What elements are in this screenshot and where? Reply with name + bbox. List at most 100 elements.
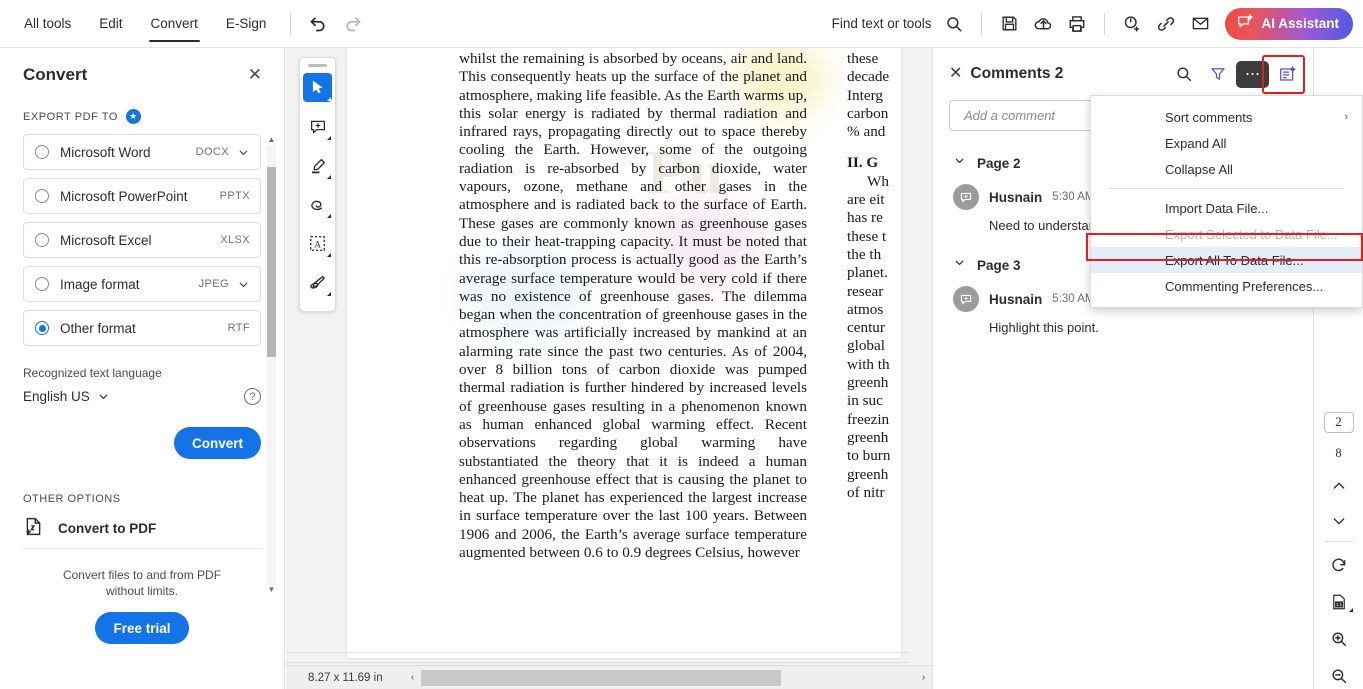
select-tool[interactable]	[303, 73, 332, 102]
convert-to-pdf-icon	[23, 516, 44, 542]
chevron-down-icon-page-3[interactable]	[953, 256, 966, 274]
close-icon[interactable]: ✕	[242, 62, 268, 87]
right-col-line-4: carbon	[847, 104, 889, 122]
radio-excel[interactable]	[35, 233, 49, 247]
save-icon[interactable]	[992, 7, 1026, 41]
menu-item-sort-comments-label: Sort comments	[1165, 109, 1253, 125]
close-comments-icon[interactable]: ✕	[945, 64, 970, 84]
radio-image[interactable]	[35, 277, 49, 291]
zoom-in-icon[interactable]	[1322, 626, 1356, 653]
annotation-tool-rail: A	[299, 57, 336, 312]
ai-assistant-label: AI Assistant	[1261, 16, 1339, 31]
status-divider-1	[286, 652, 908, 653]
promo-text: Convert files to and from PDF without li…	[23, 567, 261, 599]
chevron-down-icon-image[interactable]	[237, 278, 250, 291]
add-stamp-icon[interactable]	[1115, 7, 1149, 41]
tool-rail-drag-handle[interactable]	[308, 64, 327, 67]
undo-icon[interactable]	[301, 7, 335, 41]
right-col-line-5: % and	[847, 123, 886, 141]
upload-to-cloud-icon[interactable]	[1026, 7, 1060, 41]
tab-edit[interactable]: Edit	[85, 0, 136, 48]
chevron-down-icon[interactable]	[1322, 508, 1356, 535]
chevron-down-icon-word[interactable]	[237, 146, 250, 159]
scroll-up-arrow-icon[interactable]: ▲	[267, 133, 276, 145]
redo-icon[interactable]	[335, 7, 369, 41]
tab-all-tools[interactable]: All tools	[10, 0, 85, 48]
tab-esign[interactable]: E-Sign	[212, 0, 281, 48]
horizontal-scrollbar-thumb[interactable]	[421, 669, 781, 686]
format-option-image[interactable]: Image format JPEG	[23, 266, 261, 302]
hscroll-left-icon[interactable]: ‹	[404, 667, 421, 689]
format-option-excel[interactable]: Microsoft Excel XLSX	[23, 222, 261, 258]
add-comment-tool-more-icon[interactable]	[327, 136, 331, 140]
add-comment-tool[interactable]	[303, 112, 332, 141]
email-icon[interactable]	[1183, 7, 1217, 41]
current-page-input[interactable]: 2	[1323, 412, 1354, 433]
convert-panel-header: Convert ✕	[0, 48, 284, 97]
ai-assistant-button[interactable]: AI Assistant	[1225, 7, 1353, 40]
free-trial-button[interactable]: Free trial	[95, 612, 189, 645]
select-text-area-tool-more-icon[interactable]	[327, 253, 331, 257]
format-option-powerpoint[interactable]: Microsoft PowerPoint PPTX	[23, 178, 261, 214]
actual-size-more-icon[interactable]	[1348, 607, 1353, 612]
convert-button[interactable]: Convert	[173, 427, 261, 459]
document-viewport: Pu whilst the remaining is absorbed by o…	[286, 48, 932, 689]
highlight-tool[interactable]	[303, 151, 332, 180]
chevron-up-icon[interactable]	[1322, 473, 1356, 500]
scroll-down-arrow-icon[interactable]: ▼	[267, 583, 276, 595]
chevron-down-icon-page-2[interactable]	[953, 154, 966, 172]
right-col2-line-16: to burn	[847, 447, 891, 465]
convert-button-row: Convert	[23, 427, 261, 459]
menu-item-expand-all[interactable]: Expand All	[1091, 130, 1362, 156]
page-dimensions-label: 8.27 x 11.69 in	[308, 671, 383, 684]
avatar	[953, 286, 979, 312]
stamp-tool-more-icon[interactable]	[327, 292, 331, 296]
document-right-column: these decade Interg carbon % and II. G W…	[847, 50, 901, 502]
scrollbar-thumb[interactable]	[267, 167, 276, 357]
actual-size-icon[interactable]: 1:1	[1322, 589, 1356, 616]
rotate-clockwise-icon[interactable]	[1322, 552, 1356, 579]
menu-item-commenting-preferences[interactable]: Commenting Preferences...	[1091, 273, 1362, 299]
export-pdf-to-text: EXPORT PDF TO	[23, 110, 118, 123]
right-col-line-2: decade	[847, 68, 890, 86]
right-col2-line-5: the th	[847, 245, 882, 263]
convert-to-pdf-item[interactable]: Convert to PDF	[23, 509, 261, 549]
right-col2-line-1: Wh	[867, 172, 889, 190]
draw-oval-tool[interactable]	[303, 190, 332, 219]
search-icon[interactable]	[937, 7, 971, 41]
print-icon[interactable]	[1060, 7, 1094, 41]
tab-convert[interactable]: Convert	[137, 0, 212, 48]
menu-item-collapse-all[interactable]: Collapse All	[1091, 156, 1362, 182]
toolbar-divider-2	[981, 12, 983, 35]
select-tool-more-icon[interactable]	[327, 97, 331, 101]
premium-star-icon: ★	[125, 109, 141, 124]
radio-other[interactable]	[35, 321, 49, 335]
menu-item-sort-comments[interactable]: Sort comments ›	[1091, 104, 1362, 130]
comment-author: Husnain	[989, 189, 1043, 205]
help-icon[interactable]: ?	[244, 388, 261, 405]
radio-powerpoint[interactable]	[35, 189, 49, 203]
menu-item-import-data-file[interactable]: Import Data File...	[1091, 195, 1362, 221]
highlight-tool-more-icon[interactable]	[327, 175, 331, 179]
search-comments-icon[interactable]	[1168, 59, 1200, 89]
language-select[interactable]: English US	[23, 389, 110, 404]
export-comments-icon[interactable]	[1271, 59, 1303, 89]
radio-word[interactable]	[35, 145, 49, 159]
hscroll-right-icon[interactable]: ›	[915, 667, 932, 689]
pdf-page: Pu whilst the remaining is absorbed by o…	[347, 48, 901, 658]
zoom-out-icon[interactable]	[1322, 662, 1356, 689]
menu-item-export-all-to-data-file[interactable]: Export All To Data File...	[1091, 247, 1362, 273]
convert-panel-scrollbar[interactable]: ▲ ▼	[267, 135, 276, 594]
select-text-area-tool[interactable]: A	[303, 229, 332, 258]
horizontal-scrollbar[interactable]	[421, 668, 915, 687]
comment-author: Husnain	[989, 291, 1043, 307]
format-option-word[interactable]: Microsoft Word DOCX	[23, 134, 261, 170]
link-icon[interactable]	[1149, 7, 1183, 41]
stamp-tool[interactable]	[303, 268, 332, 297]
filter-comments-icon[interactable]	[1202, 59, 1234, 89]
format-option-other[interactable]: Other format RTF	[23, 310, 261, 346]
status-divider-2	[286, 662, 908, 663]
draw-oval-tool-more-icon[interactable]	[327, 214, 331, 218]
more-options-icon[interactable]	[1236, 60, 1269, 88]
format-ext-other: RTF	[227, 322, 250, 334]
